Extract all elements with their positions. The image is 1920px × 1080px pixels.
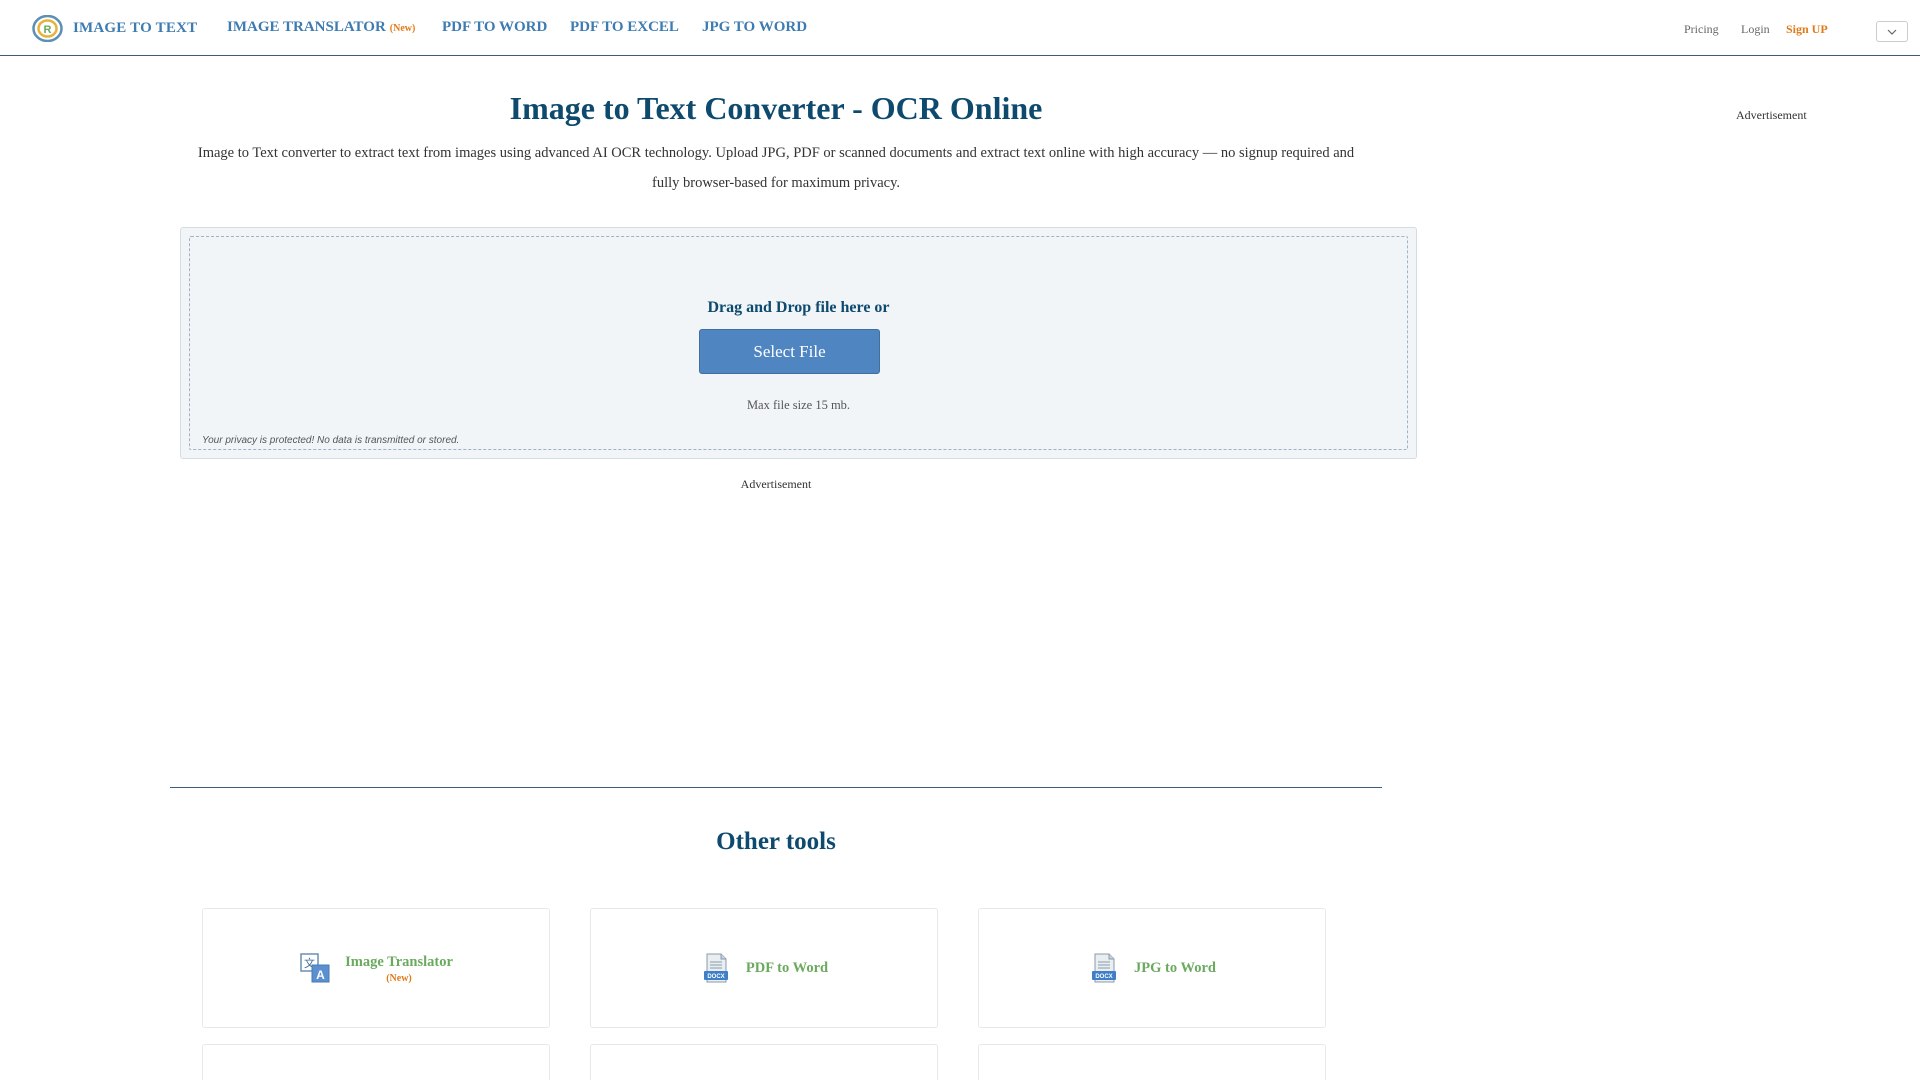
svg-text:R: R [44, 24, 52, 36]
page-title: Image to Text Converter - OCR Online [509, 90, 1043, 126]
tool-card-pdf-to-word[interactable]: DOCX PDF to Word [590, 908, 938, 1028]
login-link[interactable]: Login [1741, 22, 1770, 37]
tool-label: PDF to Word [745, 959, 829, 976]
tool-card[interactable] [978, 1044, 1326, 1080]
svg-text:A: A [316, 968, 325, 982]
tool-label-group: Image Translator (New) [345, 953, 453, 984]
drag-drop-text: Drag and Drop file here or [707, 299, 890, 316]
advertisement-label-center: Advertisement [740, 477, 812, 491]
svg-text:DOCX: DOCX [1095, 974, 1112, 980]
tool-card-jpg-to-word[interactable]: DOCX JPG to Word [978, 908, 1326, 1028]
tool-card[interactable] [202, 1044, 550, 1080]
pricing-link[interactable]: Pricing [1684, 22, 1719, 37]
nav-pdf-to-excel[interactable]: PDF TO EXCEL [570, 19, 679, 36]
section-divider [170, 787, 1382, 788]
tool-card[interactable] [590, 1044, 938, 1080]
top-navbar: R IMAGE TO TEXT IMAGE TRANSLATOR (New) PD… [0, 0, 1920, 56]
new-badge: (New) [389, 23, 416, 34]
tool-card-image-translator[interactable]: 文 A Image Translator (New) [202, 908, 550, 1028]
svg-text:DOCX: DOCX [707, 974, 724, 980]
page-description: Image to Text converter to extract text … [197, 145, 1355, 191]
nav-image-translator[interactable]: IMAGE TRANSLATOR (New) [227, 19, 415, 36]
language-dropdown[interactable] [1876, 21, 1908, 42]
upload-dropzone[interactable]: Drag and Drop file here or Select File M… [180, 227, 1417, 459]
signup-link[interactable]: Sign UP [1786, 22, 1828, 37]
translate-icon: 文 A [300, 953, 330, 983]
select-file-button[interactable]: Select File [699, 329, 880, 374]
logo-icon: R [32, 15, 63, 42]
tool-label: Image Translator [345, 953, 453, 970]
dropzone-dashed-border: Drag and Drop file here or Select File M… [189, 236, 1408, 450]
nav-pdf-to-word[interactable]: PDF TO WORD [442, 19, 547, 36]
other-tools-title: Other tools [716, 828, 836, 855]
privacy-note: Your privacy is protected! No data is tr… [202, 435, 460, 446]
docx-file-icon: DOCX [1092, 953, 1117, 983]
nav-jpg-to-word[interactable]: JPG TO WORD [702, 19, 807, 36]
new-badge: (New) [386, 972, 412, 984]
logo-text: IMAGE TO TEXT [73, 20, 198, 36]
docx-file-icon: DOCX [703, 953, 728, 983]
nav-image-translator-label: IMAGE TRANSLATOR [227, 19, 386, 35]
tool-label: JPG to Word [1134, 959, 1216, 976]
logo-link[interactable]: R IMAGE TO TEXT [32, 15, 197, 42]
advertisement-label-sidebar: Advertisement [1736, 108, 1807, 122]
max-file-size-text: Max file size 15 mb. [746, 398, 851, 412]
chevron-down-icon [1887, 29, 1897, 35]
